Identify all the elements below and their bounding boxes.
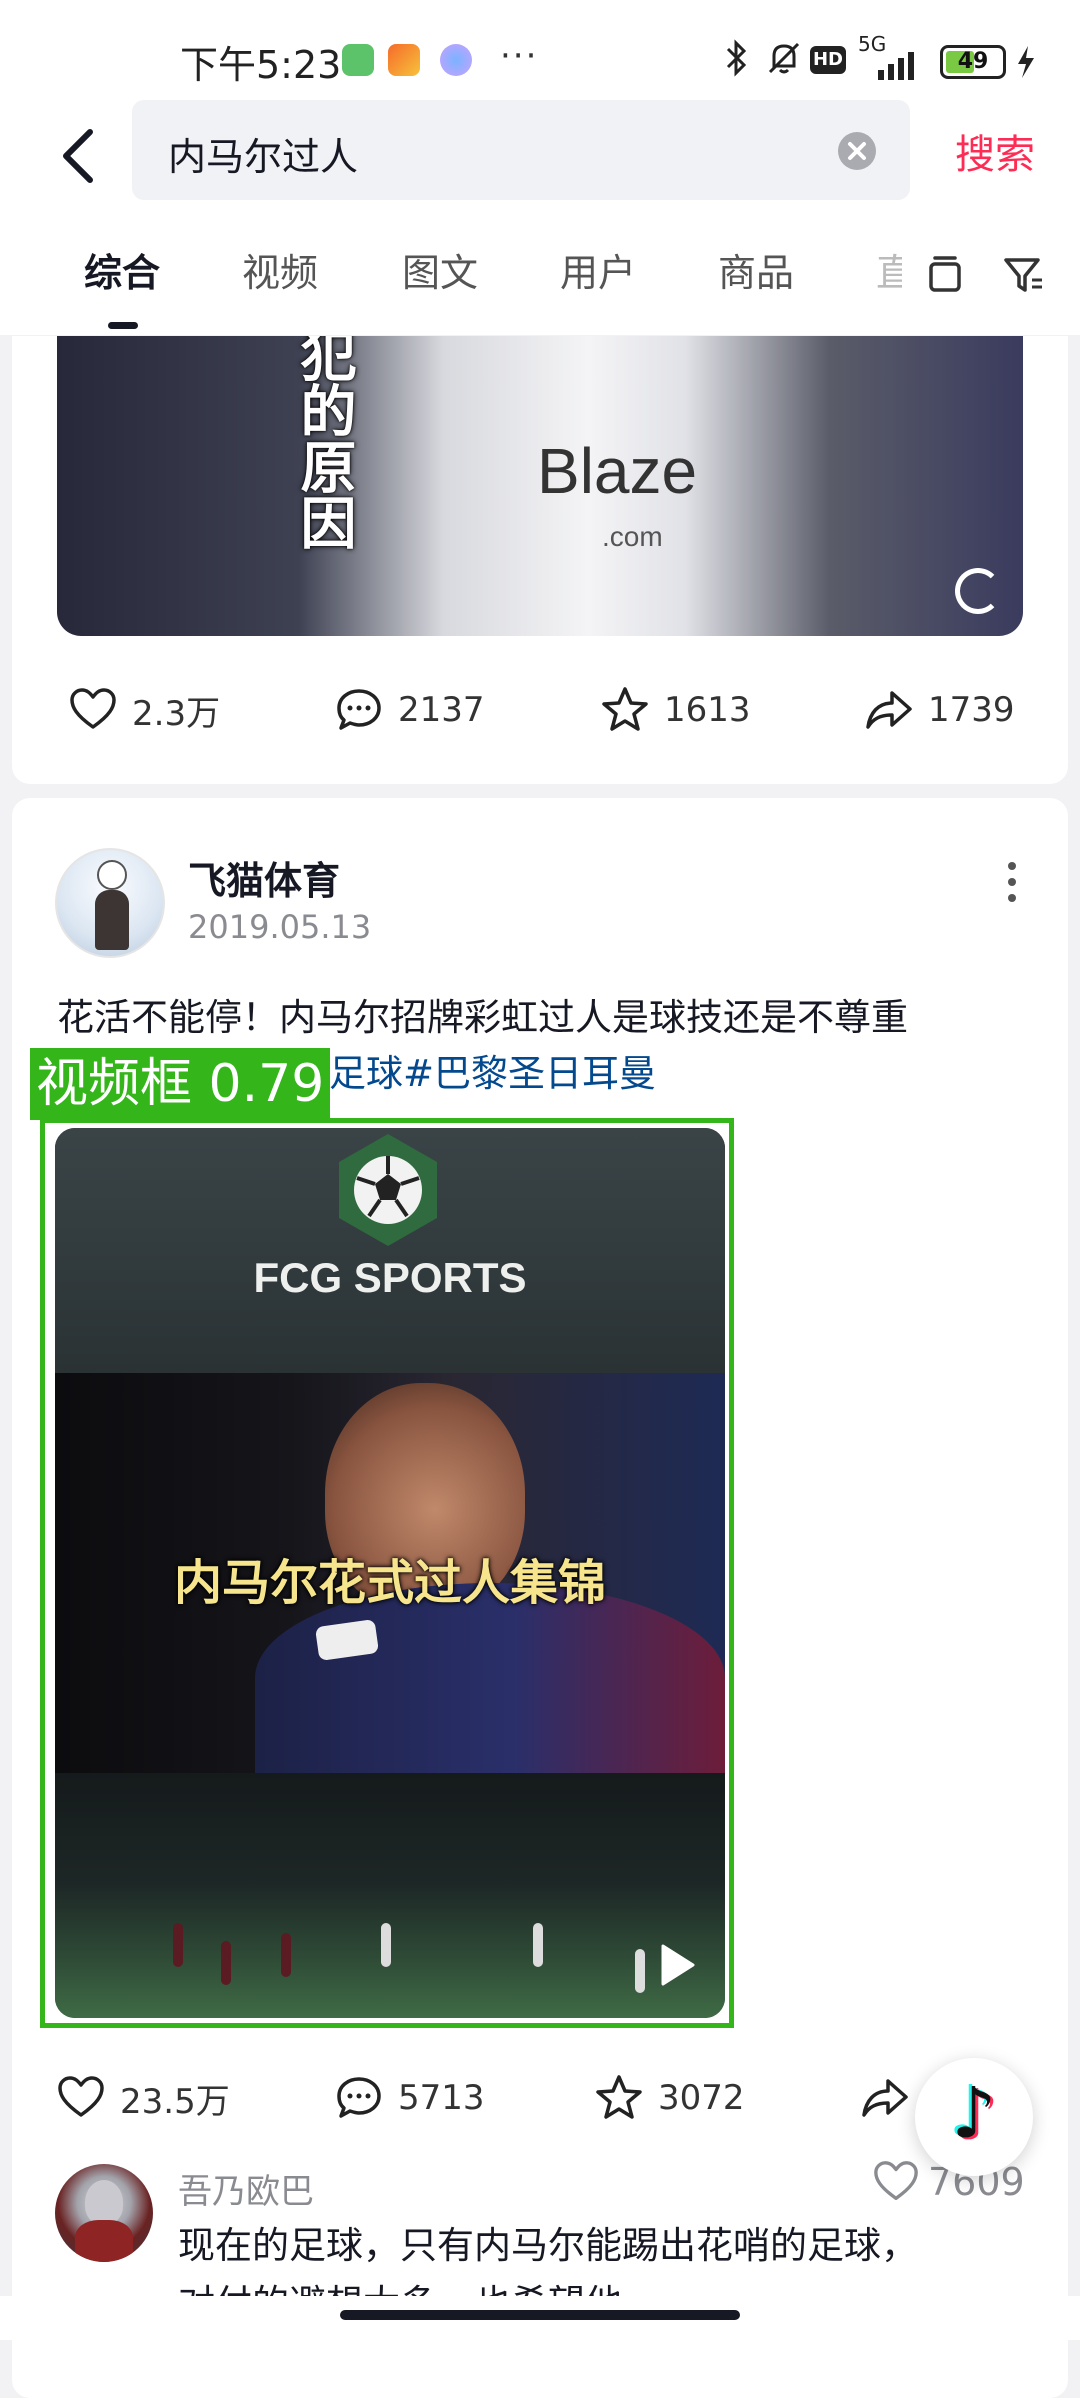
favorite-count: 1613 (664, 690, 751, 730)
jersey-logo-text: Blaze (537, 435, 698, 507)
tab-video[interactable]: 视频 (242, 242, 318, 297)
avatar-figure (85, 2180, 123, 2224)
share-icon (866, 691, 912, 729)
play-icon[interactable] (657, 1942, 697, 1988)
caption-hashtags[interactable]: 足球#巴黎圣日耳曼 (329, 1052, 656, 1095)
tab-image-text[interactable]: 图文 (402, 242, 478, 297)
post-video-thumbnail[interactable]: FCG SPORTS 内马尔花式过人集锦 (55, 1128, 725, 2018)
post-actions: 23.5万 5713 3072 (12, 2068, 1068, 2128)
thumb-header: FCG SPORTS (55, 1128, 725, 1373)
status-time: 下午5:23 (180, 43, 342, 87)
layout-toggle-icon[interactable] (922, 252, 968, 302)
search-tabs: 综合 视频 图文 用户 商品 直 (0, 220, 1080, 335)
bluetooth-icon (722, 38, 752, 86)
tab-users[interactable]: 用户 (560, 242, 636, 297)
pitch-player (173, 1923, 183, 1967)
pitch-player (635, 1949, 645, 1993)
post-actions: 2.3万 2137 1613 1739 (12, 680, 1068, 740)
comment-count: 5713 (398, 2078, 485, 2118)
active-tab-indicator (108, 322, 138, 329)
app-notification-icon (388, 44, 420, 76)
more-notifications-icon: ··· (500, 36, 539, 76)
more-options-icon[interactable] (1002, 852, 1022, 912)
back-arrow-icon[interactable] (50, 120, 110, 190)
thumb-title: 内马尔花式过人集锦 (173, 1555, 606, 1611)
mute-bell-icon (764, 38, 804, 86)
hd-label: HD (812, 49, 843, 70)
avatar[interactable] (55, 848, 165, 958)
comment-username[interactable]: 吾乃欧巴 (178, 2164, 314, 2213)
brand-logo-icon (339, 1134, 437, 1246)
video-overlay-text: 犯的原因 (291, 336, 356, 550)
star-icon (596, 2075, 642, 2119)
star-icon (602, 687, 648, 731)
caption-text: 花活不能停！内马尔招牌彩虹过人是球技还是不尊重 (57, 996, 908, 1039)
tiktok-logo-icon: ♪ (951, 2072, 997, 2154)
share-button[interactable] (860, 2068, 910, 2128)
filter-icon[interactable] (1000, 252, 1046, 302)
pitch-player (221, 1941, 231, 1985)
pitch-player (533, 1923, 543, 1967)
favorite-button[interactable]: 3072 (594, 2068, 745, 2128)
avatar-figure (95, 890, 129, 950)
heart-icon (874, 2161, 918, 2200)
like-count: 2.3万 (132, 693, 221, 734)
comment-text: 现在的足球，只有内马尔能踢出花哨的足球， (178, 2224, 918, 2267)
comment-button[interactable]: 2137 (334, 680, 485, 740)
pitch-player (281, 1933, 291, 1977)
share-icon (862, 2079, 908, 2117)
search-header: 内马尔过人 搜索 (0, 100, 1080, 220)
comment-icon (337, 2077, 381, 2118)
tab-products[interactable]: 商品 (718, 242, 794, 297)
tab-all[interactable]: 综合 (84, 242, 160, 297)
like-button[interactable]: 2.3万 (68, 680, 220, 740)
comment-button[interactable]: 5713 (334, 2068, 485, 2128)
post-date: 2019.05.13 (188, 908, 372, 946)
heart-icon (70, 688, 116, 729)
thumb-player-portrait: 内马尔花式过人集锦 (55, 1373, 725, 1773)
search-input[interactable]: 内马尔过人 (132, 100, 910, 200)
share-button[interactable]: 1739 (864, 680, 1015, 740)
signal-icon (856, 50, 926, 88)
favorite-count: 3072 (658, 2078, 745, 2118)
search-button[interactable]: 搜索 (955, 122, 1035, 180)
favorite-button[interactable]: 1613 (600, 680, 751, 740)
post-card: 犯的原因 Blaze .com 2.3万 2137 1613 1739 (12, 336, 1068, 784)
tab-live[interactable]: 直 (876, 242, 902, 297)
comment-icon (337, 689, 381, 730)
battery-icon: 49 (940, 45, 1006, 79)
search-query: 内马尔过人 (168, 135, 359, 179)
detection-label: 视频框 0.79 (30, 1048, 331, 1120)
pitch-player (381, 1923, 391, 1967)
heart-icon (58, 2076, 104, 2117)
avatar-ball (97, 860, 127, 890)
avatar-figure-body (75, 2220, 133, 2262)
app-notification-icon (342, 44, 374, 76)
app-notification-icon (440, 44, 472, 76)
battery-percent: 49 (957, 49, 989, 74)
tiktok-floating-button[interactable]: ♪ (915, 2058, 1033, 2176)
post-card: 飞猫体育 2019.05.13 花活不能停！内马尔招牌彩虹过人是球技还是不尊重 … (12, 798, 1068, 2398)
jersey-logo-subtext: .com (602, 521, 663, 552)
hd-icon: HD (810, 46, 846, 74)
thumb-pitch (55, 1773, 725, 2018)
like-button[interactable]: 23.5万 (56, 2068, 230, 2128)
clear-icon[interactable] (838, 132, 876, 170)
author-name[interactable]: 飞猫体育 (188, 850, 340, 905)
comment-avatar[interactable] (55, 2164, 153, 2262)
charging-icon (1014, 44, 1038, 88)
home-indicator[interactable] (340, 2310, 740, 2320)
share-count: 1739 (928, 690, 1015, 730)
post-video-thumbnail[interactable]: 犯的原因 Blaze .com (57, 336, 1023, 636)
loading-icon (955, 568, 1001, 614)
status-bar: 下午5:23 ··· HD 5G 49 (0, 0, 1080, 100)
brand-name: FCG SPORTS (253, 1254, 527, 1301)
comment-count: 2137 (398, 690, 485, 730)
like-count: 23.5万 (120, 2081, 230, 2122)
